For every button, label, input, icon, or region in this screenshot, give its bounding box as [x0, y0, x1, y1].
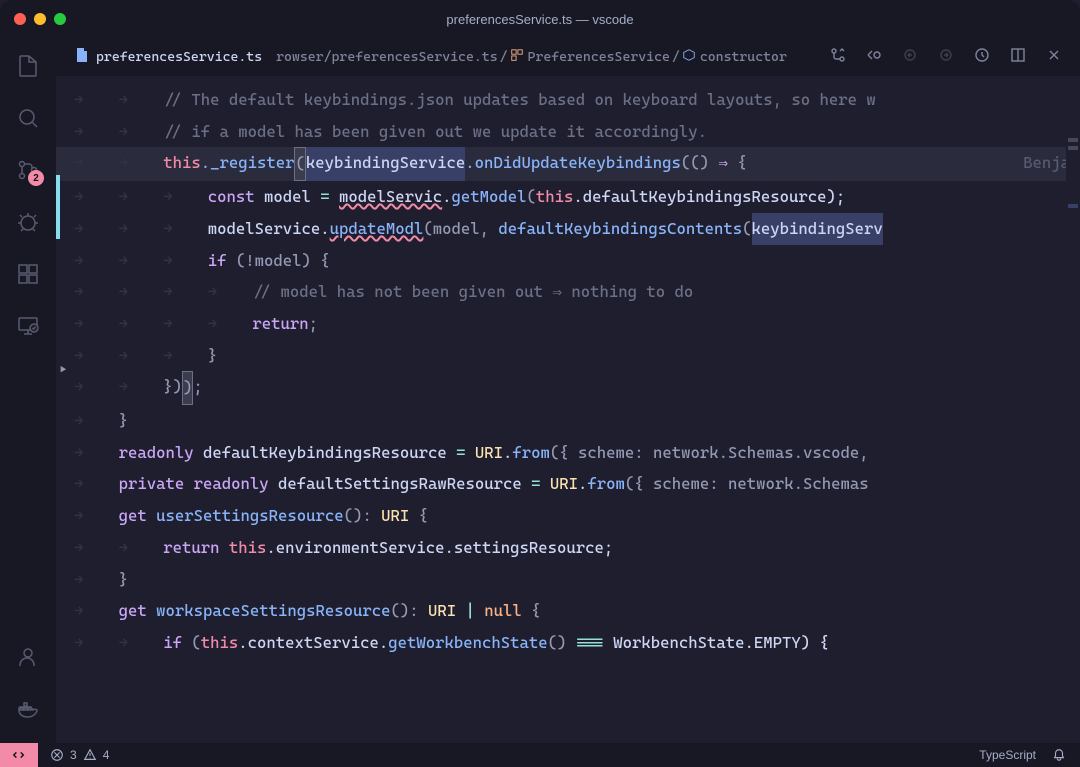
minimap[interactable] — [1066, 76, 1080, 743]
breadcrumb-class[interactable]: PreferencesService — [528, 49, 670, 65]
remote-explorer-icon[interactable] — [14, 312, 42, 340]
editor-area: preferencesService.ts rowser/preferences… — [56, 38, 1080, 743]
typescript-file-icon — [74, 47, 90, 67]
code-editor[interactable]: ▶ →→// The default keybindings.json upda… — [56, 76, 1080, 743]
timeline-icon[interactable] — [974, 47, 990, 67]
extensions-icon[interactable] — [14, 260, 42, 288]
error-count: 3 — [70, 748, 77, 762]
nav-back-icon[interactable] — [902, 47, 918, 67]
run-icon[interactable] — [866, 47, 882, 67]
main-area: 2 preferencesService.ts — [0, 38, 1080, 743]
window-title: preferencesService.ts — vscode — [446, 12, 633, 27]
breadcrumb-path[interactable]: rowser/preferencesService.ts — [276, 49, 497, 65]
nav-forward-icon[interactable] — [938, 47, 954, 67]
split-editor-icon[interactable] — [1010, 47, 1026, 67]
docker-icon[interactable] — [14, 695, 42, 723]
compare-changes-icon[interactable] — [830, 47, 846, 67]
explorer-icon[interactable] — [14, 52, 42, 80]
titlebar: preferencesService.ts — vscode — [0, 0, 1080, 38]
close-editor-icon[interactable] — [1046, 47, 1062, 67]
tab-filename: preferencesService.ts — [96, 49, 262, 65]
error-icon — [50, 748, 64, 762]
minimize-window-button[interactable] — [34, 13, 46, 25]
activity-bar: 2 — [0, 38, 56, 743]
tab-bar: preferencesService.ts rowser/preferences… — [56, 38, 1080, 76]
account-icon[interactable] — [14, 643, 42, 671]
warning-icon — [83, 748, 97, 762]
fold-marker[interactable]: ▶ — [60, 354, 66, 386]
git-gutter-modified — [56, 175, 60, 239]
scm-badge: 2 — [28, 170, 44, 186]
status-problems[interactable]: 3 4 — [38, 748, 109, 762]
breadcrumb-separator: / — [500, 49, 508, 65]
search-icon[interactable] — [14, 104, 42, 132]
breadcrumb-symbol[interactable]: constructor — [700, 49, 787, 65]
language-mode[interactable]: TypeScript — [979, 748, 1036, 762]
breadcrumb-separator: / — [672, 49, 680, 65]
status-bar: 3 4 TypeScript — [0, 743, 1080, 767]
warning-count: 4 — [103, 748, 110, 762]
editor-tab[interactable]: preferencesService.ts — [64, 38, 272, 76]
breadcrumbs[interactable]: rowser/preferencesService.ts / Preferenc… — [276, 48, 787, 66]
source-control-icon[interactable]: 2 — [14, 156, 42, 184]
editor-actions — [830, 47, 1072, 67]
notifications-icon[interactable] — [1052, 748, 1066, 762]
method-icon — [682, 48, 696, 66]
debug-icon[interactable] — [14, 208, 42, 236]
remote-indicator[interactable] — [0, 743, 38, 767]
close-window-button[interactable] — [14, 13, 26, 25]
class-icon — [510, 48, 524, 66]
traffic-lights — [14, 13, 66, 25]
maximize-window-button[interactable] — [54, 13, 66, 25]
